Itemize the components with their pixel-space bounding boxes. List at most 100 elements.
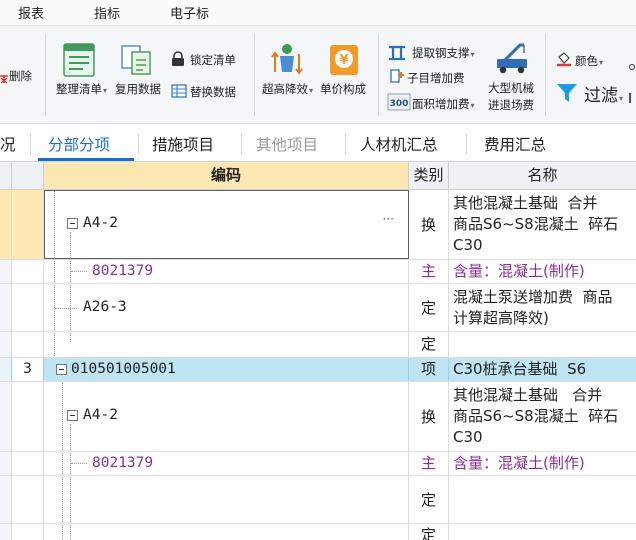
table-row[interactable]: A4-2 换 其他混凝土基础 合并 商品S6~S8混凝土 碎石 C30: [0, 382, 636, 452]
tab-overview[interactable]: 况: [0, 133, 16, 155]
more-icon[interactable]: [628, 56, 636, 75]
active-tab-indicator: [38, 158, 134, 161]
tab-separator: [345, 134, 346, 154]
tab-labor-material-summary[interactable]: 人材机汇总: [360, 133, 438, 155]
row-number: [12, 524, 44, 540]
extract-steel-support-button[interactable]: 提取钢支撑: [412, 45, 475, 61]
sub-item-increase-button[interactable]: 子目增加费: [407, 70, 465, 86]
table-row[interactable]: 定: [0, 332, 636, 358]
row-code: A26-3: [83, 299, 127, 315]
crane-truck-icon[interactable]: [494, 41, 530, 79]
unit-price-composition-button[interactable]: 单价构成: [320, 81, 366, 97]
row-type: 换: [409, 382, 449, 451]
height-reduction-button[interactable]: 超高降效: [262, 81, 313, 97]
unit-price-composition-icon[interactable]: ¥: [327, 42, 361, 82]
large-machinery-line2[interactable]: 进退场费: [488, 97, 534, 113]
steel-support-icon: [387, 43, 407, 65]
row-type: 项: [409, 358, 449, 381]
area-increase-icon: 300: [387, 93, 411, 115]
row-number: [12, 476, 44, 523]
header-type[interactable]: 类别: [409, 162, 449, 190]
header-corner: [0, 162, 12, 190]
row-number: 3: [12, 358, 44, 381]
row-number: [12, 382, 44, 451]
overflow-icon[interactable]: [629, 88, 636, 107]
table-row[interactable]: 8021379 主 含量：混凝土(制作): [0, 452, 636, 476]
tab-other-items[interactable]: 其他项目: [256, 133, 318, 155]
tab-measures[interactable]: 措施项目: [152, 133, 214, 155]
row-name-line1: 其他混凝土基础 合并: [453, 386, 603, 404]
ribbon-separator: [45, 34, 46, 116]
collapse-toggle[interactable]: [67, 410, 78, 421]
large-machinery-line1[interactable]: 大型机械: [488, 80, 534, 96]
row-name-line1: 其他混凝土基础 合并: [453, 194, 598, 212]
tab-separator: [30, 134, 31, 154]
tab-separator: [241, 134, 242, 154]
sub-item-increase-icon: [389, 68, 405, 88]
row-number: [12, 332, 44, 357]
row-name-line2: 计算超高降效): [453, 309, 549, 327]
tab-separator: [138, 134, 139, 154]
row-name-line3: C30: [453, 236, 483, 254]
row-type: 主: [409, 260, 449, 283]
row-code: 8021379: [92, 263, 154, 279]
replace-data-icon: [171, 83, 187, 102]
tab-cost-summary[interactable]: 费用汇总: [484, 133, 546, 155]
row-code: 010501005001: [71, 361, 176, 377]
header-code[interactable]: 编码: [44, 162, 409, 190]
delete-icon[interactable]: [0, 69, 8, 88]
area-icon-text: 300: [390, 99, 409, 109]
row-type: 换: [409, 190, 449, 259]
header-num: [12, 162, 44, 190]
organize-list-button[interactable]: 整理清单: [56, 81, 107, 97]
row-code: A4-2: [83, 407, 118, 423]
table-row[interactable]: 定: [0, 476, 636, 524]
ribbon-separator: [545, 34, 546, 116]
menu-report[interactable]: 报表: [18, 3, 44, 22]
reuse-data-icon[interactable]: [120, 42, 154, 82]
tab-sub-items[interactable]: 分部分项: [48, 133, 110, 155]
organize-list-icon[interactable]: [62, 42, 96, 82]
row-name-line1: 混凝土泵送增加费 商品: [453, 288, 613, 306]
table-row[interactable]: A26-3 定 混凝土泵送增加费 商品 计算超高降效): [0, 284, 636, 332]
row-name-line2: 商品S6~S8混凝土 碎石: [453, 407, 619, 425]
menu-e-bid[interactable]: 电子标: [170, 3, 209, 22]
table-row[interactable]: 3 010501005001 项 C30桩承台基础 S6: [0, 358, 636, 382]
paint-bucket-icon: [556, 52, 572, 71]
replace-data-button[interactable]: 替换数据: [190, 84, 236, 100]
ribbon-separator: [254, 34, 255, 116]
view-tabs: 况 分部分项 措施项目 其他项目 人材机汇总 费用汇总: [0, 124, 636, 162]
color-button[interactable]: 颜色: [575, 53, 603, 69]
filter-icon: [556, 82, 578, 108]
row-type: 主: [409, 452, 449, 475]
row-type: 定: [409, 284, 449, 331]
cell-focus-box: [44, 190, 409, 259]
row-name-line3: C30: [453, 428, 483, 446]
delete-button[interactable]: 删除: [9, 68, 32, 84]
item-grid: 编码 类别 名称 A4-2 ··· 换 其他混凝土基础 合并 商品S6~S8混凝…: [0, 162, 636, 540]
row-number: [12, 190, 44, 259]
header-name[interactable]: 名称: [449, 162, 636, 190]
menu-indicator[interactable]: 指标: [94, 3, 120, 22]
collapse-toggle[interactable]: [56, 364, 67, 375]
row-number: [12, 260, 44, 283]
lock-list-button[interactable]: 锁定清单: [190, 52, 236, 68]
table-row[interactable]: 8021379 主 含量：混凝土(制作): [0, 260, 636, 284]
filter-button[interactable]: 过滤: [584, 81, 623, 106]
row-type: 定: [409, 476, 449, 523]
row-name-line1: 含量：混凝土(制作): [453, 454, 585, 472]
table-row[interactable]: A4-2 ··· 换 其他混凝土基础 合并 商品S6~S8混凝土 碎石 C30: [0, 190, 636, 260]
row-name-line2: 商品S6~S8混凝土 碎石: [453, 215, 619, 233]
area-increase-button[interactable]: 面积增加费: [412, 96, 475, 112]
reuse-data-button[interactable]: 复用数据: [115, 81, 161, 97]
height-reduction-icon[interactable]: [270, 42, 304, 82]
row-number: [12, 284, 44, 331]
row-type: 定: [409, 332, 449, 357]
row-number: [12, 452, 44, 475]
row-name-line1: 含量：混凝土(制作): [453, 262, 585, 280]
row-type: 定: [409, 524, 449, 540]
table-row[interactable]: 定: [0, 524, 636, 540]
tab-separator: [466, 134, 467, 154]
ribbon-toolbar: 删除 整理清单 复用数据 锁定清单 替换数据: [0, 26, 636, 124]
row-name-line1: C30桩承台基础 S6: [453, 360, 587, 378]
